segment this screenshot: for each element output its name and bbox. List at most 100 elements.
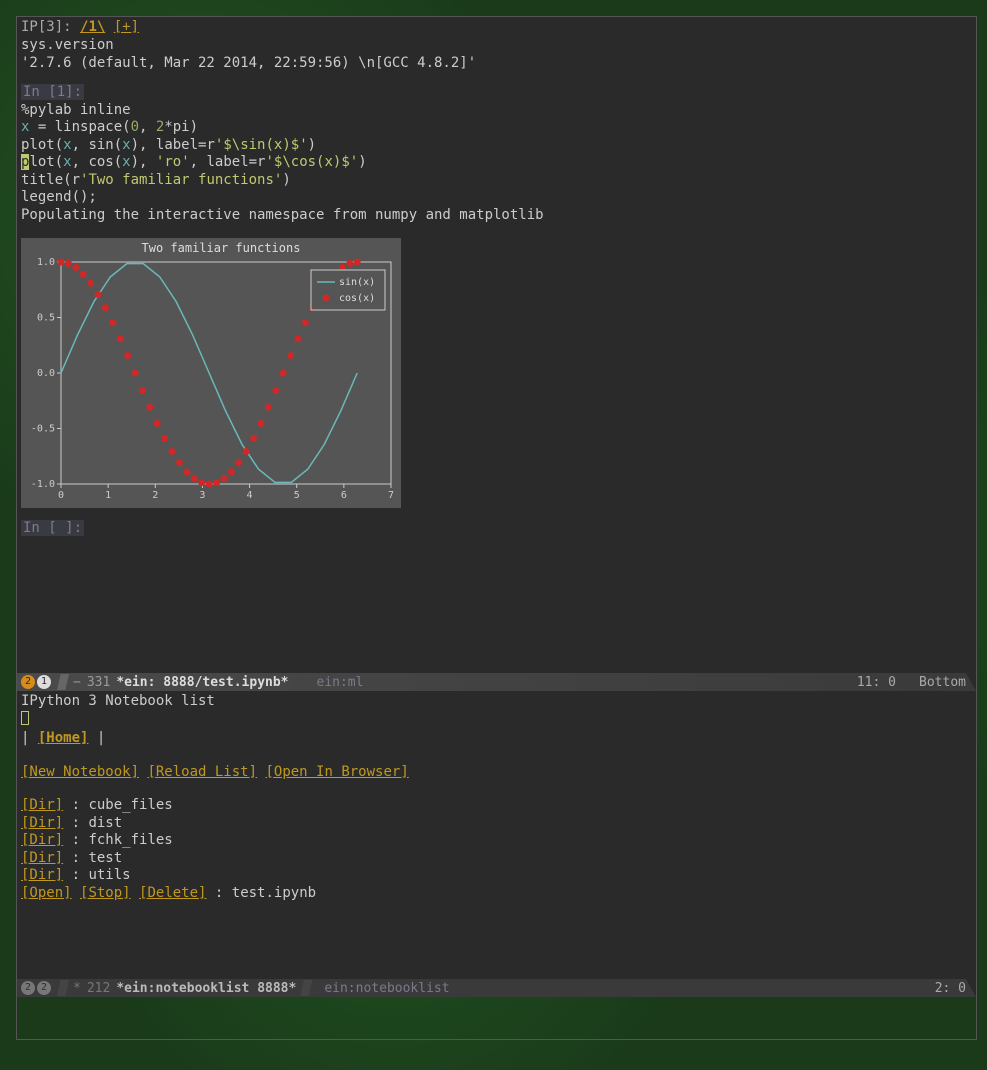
- new-notebook-button[interactable]: [New Notebook]: [21, 764, 139, 780]
- header-prefix: IP[3]:: [21, 19, 80, 35]
- sep-icon: [293, 674, 305, 690]
- major-mode: ein:ml: [317, 675, 364, 690]
- list-item: [Dir] : fchk_files: [21, 832, 972, 850]
- txt: , cos(: [72, 154, 123, 170]
- svg-text:2: 2: [152, 490, 158, 501]
- txt: , sin(: [72, 137, 123, 153]
- reload-list-button[interactable]: [Reload List]: [147, 764, 257, 780]
- list-item: [Dir] : dist: [21, 815, 972, 833]
- dir-name: utils: [88, 867, 130, 883]
- delete-button[interactable]: [Delete]: [139, 885, 206, 901]
- txt: ), label=r: [131, 137, 215, 153]
- var: x: [63, 137, 71, 153]
- dir-link[interactable]: [Dir]: [21, 832, 63, 848]
- sep-icon: [367, 674, 379, 690]
- modeline-top: 2 1 − 331 *ein: 8888/test.ipynb* ein:ml …: [17, 673, 976, 691]
- scroll-pos: Bottom: [919, 675, 966, 690]
- cell-0-output: sys.version '2.7.6 (default, Mar 22 2014…: [17, 37, 976, 76]
- cursor-pos: 2: 0: [935, 981, 966, 996]
- svg-text:5: 5: [294, 490, 300, 501]
- svg-text:-0.5: -0.5: [31, 424, 55, 435]
- svg-text:0.5: 0.5: [37, 313, 55, 324]
- sep-icon: [57, 980, 69, 996]
- open-button[interactable]: [Open]: [21, 885, 72, 901]
- cell-1-out: Populating the interactive namespace fro…: [21, 207, 972, 225]
- cell-1-l6: legend();: [21, 189, 972, 207]
- sep: |: [21, 730, 38, 746]
- cell-1-prompt: In [1]:: [21, 84, 84, 100]
- str: 'Two familiar functions': [80, 172, 282, 188]
- str: '$\sin(x)$': [215, 137, 308, 153]
- svg-text:cos(x): cos(x): [339, 293, 375, 304]
- notebooklist-pane[interactable]: IPython 3 Notebook list | [Home] | [New …: [17, 691, 976, 997]
- nblist-actions: [New Notebook] [Reload List] [Open In Br…: [21, 764, 972, 782]
- sep-icon: [300, 980, 312, 996]
- svg-text:Two familiar functions: Two familiar functions: [142, 241, 301, 255]
- badge-win: 1: [37, 675, 51, 689]
- txt: *pi): [164, 119, 198, 135]
- cell-1-l2: x = linspace(0, 2*pi): [21, 119, 972, 137]
- dir-link[interactable]: [Dir]: [21, 850, 63, 866]
- svg-text:0.0: 0.0: [37, 368, 55, 379]
- mod-dash: −: [73, 675, 81, 690]
- cell-1-l1: %pylab inline: [21, 102, 972, 120]
- open-in-browser-button[interactable]: [Open In Browser]: [265, 764, 408, 780]
- svg-text:1: 1: [105, 490, 111, 501]
- dir-link[interactable]: [Dir]: [21, 815, 63, 831]
- dir-link[interactable]: [Dir]: [21, 867, 63, 883]
- cell-2[interactable]: In [ ]:: [17, 520, 976, 542]
- major-mode: ein:notebooklist: [324, 981, 449, 996]
- svg-text:1.0: 1.0: [37, 257, 55, 268]
- txt: plot(: [21, 137, 63, 153]
- cursor: [21, 711, 29, 725]
- dir-link[interactable]: [Dir]: [21, 797, 63, 813]
- sep: :: [215, 885, 232, 901]
- nblist-file-row: [Open] [Stop] [Delete] : test.ipynb: [21, 885, 972, 903]
- list-item: [Dir] : utils: [21, 867, 972, 885]
- sep-icon: [57, 674, 69, 690]
- modeline-bottom: 2 2 * 212 *ein:notebooklist 8888* ein:no…: [17, 979, 976, 997]
- svg-text:3: 3: [199, 490, 205, 501]
- cell-1-l5: title(r'Two familiar functions'): [21, 172, 972, 190]
- home-link[interactable]: [Home]: [38, 730, 89, 746]
- dir-name: cube_files: [88, 797, 172, 813]
- list-item: [Dir] : test: [21, 850, 972, 868]
- nblist-items: [Dir] : cube_files [Dir] : dist [Dir] : …: [21, 797, 972, 885]
- txt: ): [358, 154, 366, 170]
- txt: ): [308, 137, 316, 153]
- badge-ws: 2: [21, 675, 35, 689]
- svg-text:sin(x): sin(x): [339, 277, 375, 288]
- dir-name: dist: [88, 815, 122, 831]
- svg-text:-1.0: -1.0: [31, 479, 55, 490]
- notebook-pane[interactable]: IP[3]: /1\ [+] sys.version '2.7.6 (defau…: [17, 17, 976, 691]
- txt: = linspace(: [29, 119, 130, 135]
- mod-line: 212: [87, 981, 110, 996]
- emacs-frame: IP[3]: /1\ [+] sys.version '2.7.6 (defau…: [16, 16, 977, 1040]
- nblist-title: IPython 3 Notebook list: [21, 693, 972, 711]
- stop-button[interactable]: [Stop]: [80, 885, 131, 901]
- str: 'ro': [156, 154, 190, 170]
- sep: |: [97, 730, 105, 746]
- svg-text:6: 6: [341, 490, 347, 501]
- txt: ),: [131, 154, 156, 170]
- cell-1[interactable]: In [1]: %pylab inline x = linspace(0, 2*…: [17, 84, 976, 228]
- var: x: [122, 154, 130, 170]
- txt: lot(: [29, 154, 63, 170]
- file-name: test.ipynb: [232, 885, 316, 901]
- cell-1-l3: plot(x, sin(x), label=r'$\sin(x)$'): [21, 137, 972, 155]
- header-link-2[interactable]: [+]: [114, 19, 139, 35]
- str: '$\cos(x)$': [265, 154, 358, 170]
- chart-svg: Two familiar functions01234567-1.0-0.50.…: [21, 238, 401, 508]
- header-line: IP[3]: /1\ [+]: [17, 17, 976, 37]
- cell-2-prompt: In [ ]:: [21, 520, 84, 536]
- svg-text:0: 0: [58, 490, 64, 501]
- header-link-1[interactable]: /1\: [80, 19, 105, 35]
- list-item: [Dir] : cube_files: [21, 797, 972, 815]
- txt: title(r: [21, 172, 80, 188]
- mod-star: *: [73, 981, 81, 996]
- svg-text:4: 4: [247, 490, 253, 501]
- var: x: [63, 154, 71, 170]
- cursor-pos: 11: 0: [857, 675, 896, 690]
- num: 0: [131, 119, 139, 135]
- var: x: [122, 137, 130, 153]
